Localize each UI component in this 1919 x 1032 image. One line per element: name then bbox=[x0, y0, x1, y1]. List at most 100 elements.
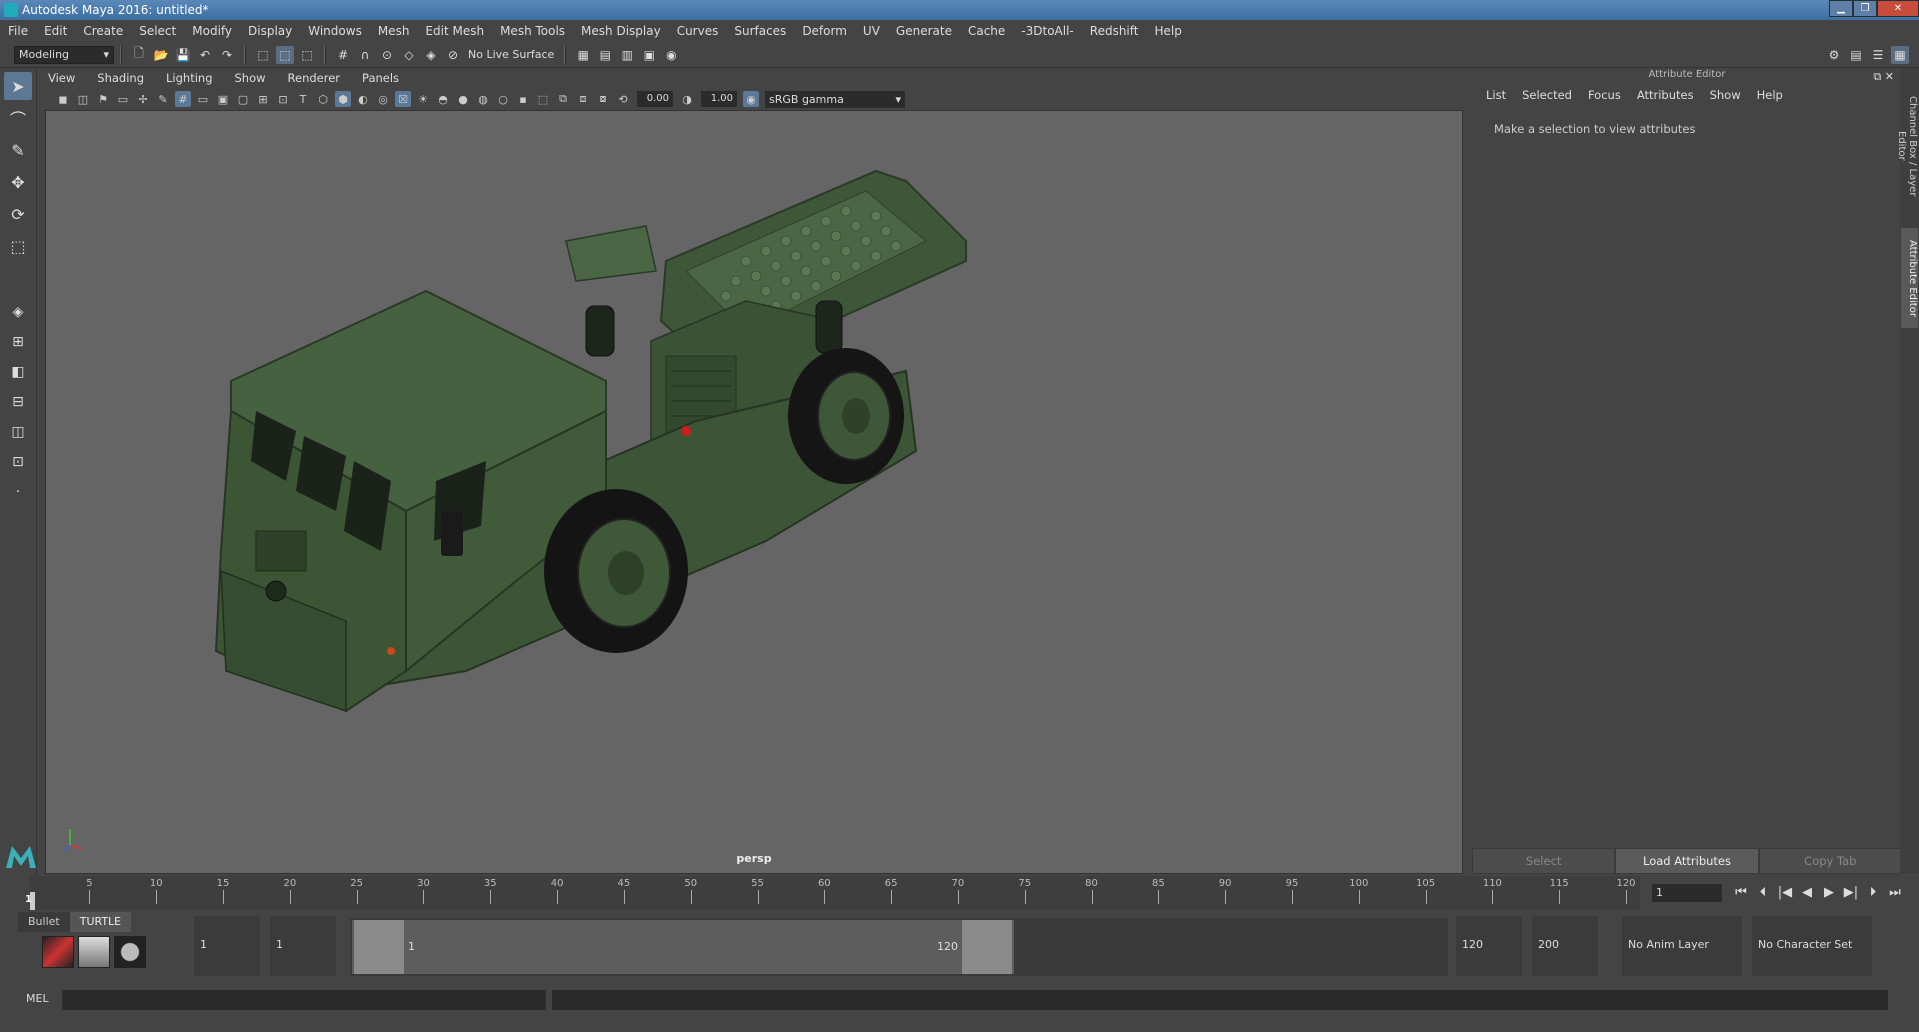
wireframe-on-shaded-icon[interactable]: ◐ bbox=[355, 91, 371, 107]
step-back-frame-icon[interactable]: |◀ bbox=[1774, 882, 1796, 904]
render-view-icon[interactable]: ▣ bbox=[640, 46, 658, 64]
wireframe-icon[interactable]: ⬡ bbox=[315, 91, 331, 107]
maximize-button[interactable]: ❐ bbox=[1853, 0, 1877, 17]
panel-menu-show[interactable]: Show bbox=[224, 71, 277, 85]
select-component-icon[interactable]: ⬚ bbox=[298, 46, 316, 64]
panel-menu-lighting[interactable]: Lighting bbox=[155, 71, 223, 85]
paint-select-tool-icon[interactable]: ✎ bbox=[4, 136, 32, 164]
2d-pan-zoom-icon[interactable]: ✢ bbox=[135, 91, 151, 107]
lasso-tool-icon[interactable]: ⌒ bbox=[4, 104, 32, 132]
snap-point-icon[interactable]: ⊙ bbox=[378, 46, 396, 64]
single-perspective-layout-icon[interactable]: ◈ bbox=[4, 300, 32, 324]
ipr-render-icon[interactable]: ▥ bbox=[618, 46, 636, 64]
view-transform-dropdown[interactable]: sRGB gamma ▾ bbox=[765, 90, 905, 108]
xray-joints-icon[interactable]: ⧉ bbox=[555, 91, 571, 107]
copy-tab-button[interactable]: Copy Tab bbox=[1758, 848, 1902, 874]
menu-file[interactable]: File bbox=[0, 24, 36, 38]
menu-windows[interactable]: Windows bbox=[300, 24, 370, 38]
ui-toggle-icon[interactable]: ⧇ bbox=[595, 91, 611, 107]
motion-blur-icon[interactable]: ◍ bbox=[475, 91, 491, 107]
play-forwards-icon[interactable]: ▶ bbox=[1818, 882, 1840, 904]
open-scene-icon[interactable]: 📂 bbox=[152, 46, 170, 64]
camera-select-icon[interactable]: ◼ bbox=[55, 91, 71, 107]
new-scene-icon[interactable]: 🗋 bbox=[130, 46, 148, 64]
textured-icon[interactable]: ◎ bbox=[375, 91, 391, 107]
grid-toggle-icon[interactable]: # bbox=[175, 91, 191, 107]
safe-action-icon[interactable]: ⊡ bbox=[275, 91, 291, 107]
current-frame-field[interactable]: 1 bbox=[1652, 884, 1722, 902]
command-input[interactable] bbox=[62, 990, 546, 1010]
undo-icon[interactable]: ↶ bbox=[196, 46, 214, 64]
color-management-icon[interactable]: ◉ bbox=[743, 91, 759, 107]
use-all-lights-icon[interactable]: ☀ bbox=[415, 91, 431, 107]
grease-pencil-icon[interactable]: ✎ bbox=[155, 91, 171, 107]
persp-outliner-layout-icon[interactable]: ◧ bbox=[4, 360, 32, 384]
turtle-sphere-icon[interactable] bbox=[114, 936, 146, 968]
ae-menu-selected[interactable]: Selected bbox=[1514, 88, 1580, 102]
render-settings-icon[interactable]: ▦ bbox=[574, 46, 592, 64]
ae-menu-help[interactable]: Help bbox=[1749, 88, 1791, 102]
menu-edit[interactable]: Edit bbox=[36, 24, 75, 38]
redo-icon[interactable]: ↷ bbox=[218, 46, 236, 64]
screen-space-ao-icon[interactable]: ● bbox=[455, 91, 471, 107]
panel-menu-view[interactable]: View bbox=[37, 71, 86, 85]
shelf-tab-bullet[interactable]: Bullet bbox=[18, 912, 70, 932]
bookmark-icon[interactable]: ⚑ bbox=[95, 91, 111, 107]
menu-mesh[interactable]: Mesh bbox=[370, 24, 418, 38]
hypershade-icon[interactable]: ◉ bbox=[662, 46, 680, 64]
playback-end-field[interactable]: 120 bbox=[1456, 916, 1522, 976]
tool-settings-icon[interactable]: ☰ bbox=[1869, 46, 1887, 64]
character-set-dropdown[interactable]: No Character Set bbox=[1752, 916, 1872, 976]
snap-live-icon[interactable]: ⊘ bbox=[444, 46, 462, 64]
anim-layer-dropdown[interactable]: No Anim Layer bbox=[1622, 916, 1742, 976]
float-close-icons[interactable]: ⧉ ✕ bbox=[1873, 70, 1894, 84]
menu-display[interactable]: Display bbox=[240, 24, 300, 38]
select-object-icon[interactable]: ⬚ bbox=[276, 45, 294, 64]
time-ruler[interactable]: 5 10 15 20 25 30 35 40 45 50 55 60 65 70 75 80 85 90 95 100… bbox=[30, 876, 1640, 910]
rotate-tool-icon[interactable]: ⟳ bbox=[4, 200, 32, 228]
gamma-icon[interactable]: ◑ bbox=[679, 91, 695, 107]
xray-icon[interactable]: ☒ bbox=[395, 91, 411, 107]
menu-select[interactable]: Select bbox=[131, 24, 184, 38]
menu-redshift[interactable]: Redshift bbox=[1082, 24, 1147, 38]
load-attributes-button[interactable]: Load Attributes bbox=[1615, 848, 1759, 874]
move-tool-icon[interactable]: ✥ bbox=[4, 168, 32, 196]
panel-menu-renderer[interactable]: Renderer bbox=[277, 71, 352, 85]
go-to-end-icon[interactable]: ⏭ bbox=[1884, 882, 1906, 904]
render-frame-icon[interactable]: ▤ bbox=[596, 46, 614, 64]
ae-menu-attributes[interactable]: Attributes bbox=[1629, 88, 1702, 102]
script-language-toggle[interactable]: MEL bbox=[26, 992, 49, 1005]
menu-set-dropdown[interactable]: Modeling ▾ bbox=[14, 45, 114, 64]
step-forward-frame-icon[interactable]: ▶| bbox=[1840, 882, 1862, 904]
menu-mesh-tools[interactable]: Mesh Tools bbox=[492, 24, 573, 38]
menu-surfaces[interactable]: Surfaces bbox=[726, 24, 794, 38]
play-backwards-icon[interactable]: ◀ bbox=[1796, 882, 1818, 904]
modeling-toolkit-icon[interactable]: ⚙ bbox=[1825, 46, 1843, 64]
exposure-field[interactable]: 0.00 bbox=[637, 91, 673, 107]
animation-end-field[interactable]: 200 bbox=[1532, 916, 1598, 976]
panel-menu-shading[interactable]: Shading bbox=[86, 71, 155, 85]
gate-mask-icon[interactable]: ▢ bbox=[235, 91, 251, 107]
scale-tool-icon[interactable]: ⬚ bbox=[4, 232, 32, 260]
ae-menu-list[interactable]: List bbox=[1478, 88, 1514, 102]
select-tool-icon[interactable]: ➤ bbox=[4, 72, 32, 100]
select-hierarchy-icon[interactable]: ⬚ bbox=[254, 46, 272, 64]
xray-components-icon[interactable]: ⧈ bbox=[575, 91, 591, 107]
turtle-bake-icon[interactable] bbox=[78, 936, 110, 968]
go-to-start-icon[interactable]: ⏮ bbox=[1730, 882, 1752, 904]
ae-menu-show[interactable]: Show bbox=[1702, 88, 1749, 102]
shadows-icon[interactable]: ◓ bbox=[435, 91, 451, 107]
persp-graph-layout-icon[interactable]: ⊟ bbox=[4, 390, 32, 414]
live-surface-label[interactable]: No Live Surface bbox=[464, 46, 558, 64]
menu-edit-mesh[interactable]: Edit Mesh bbox=[417, 24, 492, 38]
tab-channel-box[interactable]: Channel Box / Layer Editor bbox=[1896, 76, 1918, 216]
snap-curve-icon[interactable]: ∩ bbox=[356, 46, 374, 64]
snap-view-plane-icon[interactable]: ◇ bbox=[400, 46, 418, 64]
turtle-render-icon[interactable] bbox=[42, 936, 74, 968]
playback-start-field[interactable]: 1 bbox=[270, 916, 336, 976]
close-button[interactable]: ✕ bbox=[1877, 0, 1919, 17]
menu-create[interactable]: Create bbox=[75, 24, 131, 38]
safe-title-icon[interactable]: T bbox=[295, 91, 311, 107]
custom-layout-icon[interactable]: ⊡ bbox=[4, 450, 32, 474]
resolution-gate-icon[interactable]: ▣ bbox=[215, 91, 231, 107]
